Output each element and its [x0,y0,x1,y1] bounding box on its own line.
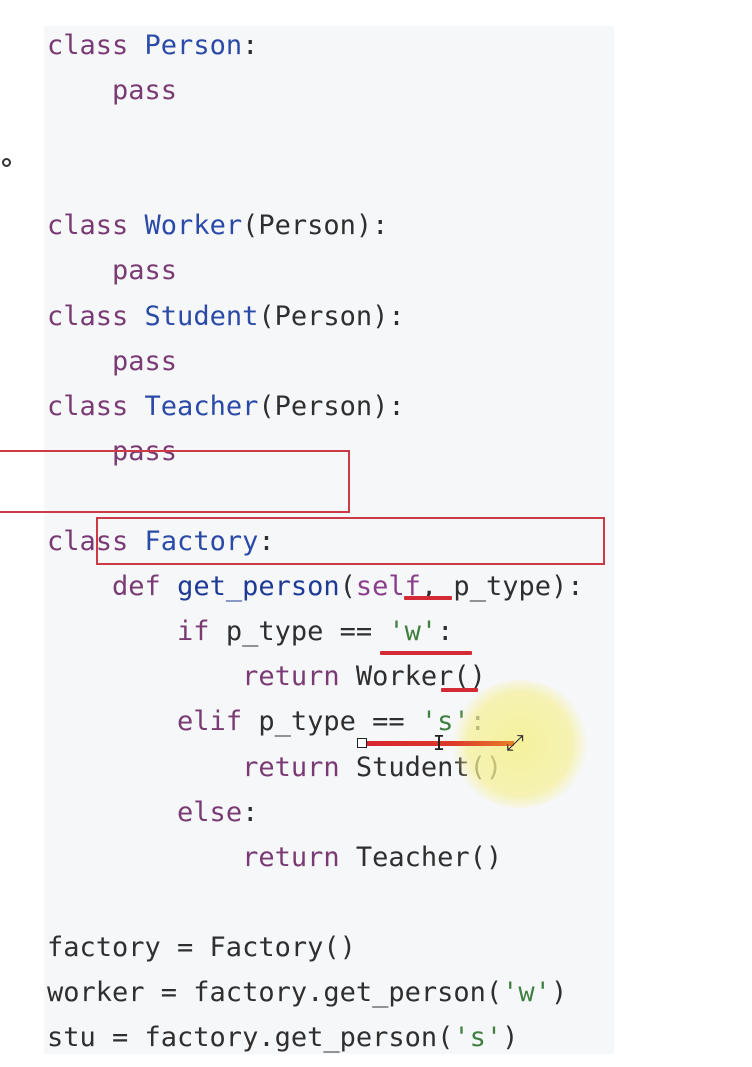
code-line: class Worker(Person): [47,203,583,248]
highlight-box-get-person [96,517,605,565]
code-line: class Person: [47,23,583,68]
code-token: Worker [144,210,243,242]
code-token: Person [144,30,243,61]
code-line: factory = Factory() [47,925,583,970]
underline-w-string [404,596,452,600]
code-token: class [47,390,145,422]
code-token: : [242,30,259,61]
code-token: class [47,300,145,332]
code-token: class [47,210,145,242]
code-token: else [177,796,243,828]
selection-handle-icon[interactable] [357,738,367,748]
code-line: worker = factory.get_person('w') [47,970,583,1015]
code-token: (Person): [258,300,405,332]
code-line: class Student(Person): [47,294,583,339]
code-token: get_person [177,571,340,603]
code-token: Teacher [144,390,259,422]
code-token: 's' [453,1022,503,1054]
code-token: ) [550,976,568,1008]
code-line: return Teacher() [47,835,583,880]
code-line: pass [47,68,583,113]
code-token: return [242,751,340,783]
code-token: p_type == [242,706,421,738]
code-token: factory = Factory() [47,931,356,963]
code-token: if [177,616,210,648]
code-token: : [437,616,454,648]
code-token: stu = factory.get_person( [47,1022,454,1054]
code-token: ) [502,1022,519,1054]
screenshot-stage: class Person: pass class Worker(Person):… [0,0,752,1067]
code-token: Teacher() [339,841,503,873]
code-line: if p_type == 'w': [47,609,583,654]
code-line: pass [47,339,583,384]
underline-s-string [441,688,478,692]
code-token: (Person): [258,390,405,422]
code-token: p_type == [209,616,389,648]
underline-worker-call [380,651,472,655]
code-token: class [47,30,145,61]
code-token: : [242,796,259,828]
code-token: return [242,661,340,693]
code-token: pass [112,75,178,107]
code-line: def get_person(self, p_type): [47,564,583,609]
code-token: elif [177,706,243,738]
code-token: 'w' [388,616,438,648]
code-token: pass [112,255,178,287]
code-line: class Teacher(Person): [47,384,583,429]
code-token: ( [339,571,356,603]
code-line: teacher = factory.get_person('t') [47,1060,583,1067]
margin-dot-icon [2,158,11,167]
code-token: 'w' [502,976,551,1008]
i-beam-cursor-icon: I [433,731,446,755]
code-line: stu = factory.get_person('s') [47,1015,583,1060]
highlight-box-class-factory [0,450,350,513]
resize-diagonal-icon[interactable]: ⤢ [506,733,524,755]
code-token: worker = factory.get_person( [47,976,503,1008]
code-line: pass [47,248,583,293]
code-token: pass [112,345,178,377]
code-token: Student [144,300,259,332]
code-token: (Person): [242,210,389,242]
code-token: def [112,571,178,603]
code-token: return [242,841,340,873]
